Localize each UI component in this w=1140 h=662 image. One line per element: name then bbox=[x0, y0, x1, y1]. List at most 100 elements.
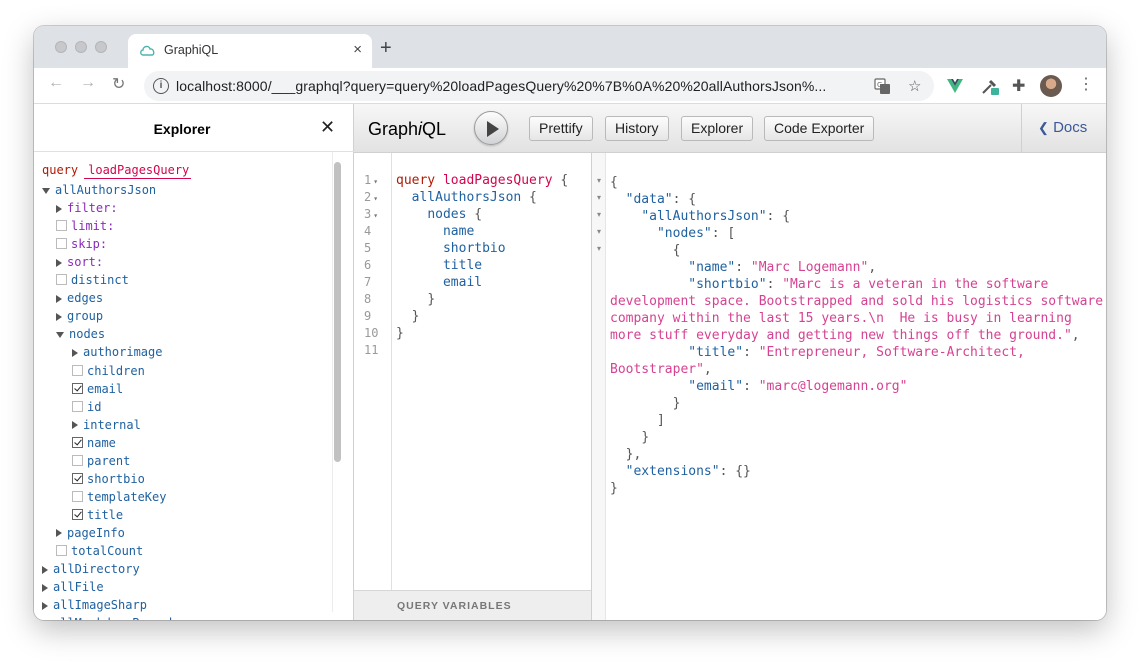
result-fold-arrow-icon[interactable]: ▾ bbox=[597, 227, 601, 236]
result-fold-arrow-icon[interactable]: ▾ bbox=[597, 193, 601, 202]
url-text[interactable]: localhost:8000/___graphql?query=query%20… bbox=[176, 78, 826, 94]
address-bar[interactable]: i localhost:8000/___graphql?query=query%… bbox=[144, 71, 934, 101]
reload-icon[interactable]: ↻ bbox=[112, 74, 125, 94]
explorer-field-label: distinct bbox=[71, 273, 129, 288]
checkbox-icon[interactable] bbox=[56, 274, 67, 286]
checkbox-icon[interactable] bbox=[56, 545, 67, 556]
caret-right-icon[interactable] bbox=[56, 529, 62, 538]
result-fold-arrow-icon[interactable]: ▾ bbox=[597, 244, 601, 253]
explorer-field-distinct[interactable]: distinct bbox=[56, 272, 129, 288]
explorer-field-templateKey[interactable]: templateKey bbox=[72, 489, 166, 505]
explorer-field-email[interactable]: email bbox=[72, 381, 123, 397]
explorer-field-totalCount[interactable]: totalCount bbox=[56, 543, 143, 559]
explorer-field-pageInfo[interactable]: pageInfo bbox=[56, 525, 125, 541]
checkbox-icon[interactable] bbox=[72, 490, 83, 502]
minimize-window-dot[interactable] bbox=[75, 41, 87, 53]
caret-down-icon[interactable] bbox=[42, 187, 50, 194]
query-variables-bar[interactable]: QUERY VARIABLES bbox=[354, 590, 591, 620]
explorer-tree: query loadPagesQuery allAuthorsJson filter… bbox=[34, 152, 354, 620]
back-icon[interactable]: ← bbox=[48, 74, 64, 92]
execute-query-button[interactable] bbox=[474, 111, 508, 145]
explorer-field-filter[interactable]: filter: bbox=[56, 200, 118, 216]
query-editor[interactable]: 1 ▾ query loadPagesQuery {2 ▾ allAuthorsJso… bbox=[354, 153, 591, 590]
explorer-field-allImageSharp[interactable]: allImageSharp bbox=[42, 597, 147, 613]
operation-name-input[interactable]: loadPagesQuery bbox=[84, 163, 192, 179]
bookmark-star-icon[interactable]: ☆ bbox=[908, 77, 921, 95]
explorer-field-allFile[interactable]: allFile bbox=[42, 579, 104, 595]
explorer-field-label: authorimage bbox=[83, 345, 163, 360]
caret-right-icon[interactable] bbox=[56, 294, 62, 303]
docs-button[interactable]: ❮ Docs bbox=[1038, 119, 1087, 136]
checkbox-icon[interactable] bbox=[56, 238, 67, 250]
explorer-field-nodes[interactable]: nodes bbox=[56, 326, 105, 342]
explorer-scrollbar[interactable] bbox=[334, 162, 341, 462]
translate-icon[interactable]: G bbox=[874, 78, 891, 95]
fold-arrow-icon[interactable]: ▾ bbox=[373, 194, 378, 203]
caret-right-icon[interactable] bbox=[42, 565, 48, 574]
caret-right-icon[interactable] bbox=[56, 258, 62, 267]
caret-right-icon[interactable] bbox=[56, 204, 62, 213]
explorer-field-shortbio[interactable]: shortbio bbox=[72, 471, 145, 487]
zoom-window-dot[interactable] bbox=[95, 41, 107, 53]
explorer-field-limit[interactable]: limit: bbox=[56, 218, 114, 234]
forward-icon[interactable]: → bbox=[80, 74, 96, 92]
close-window-dot[interactable] bbox=[55, 41, 67, 53]
explorer-title: Explorer bbox=[153, 121, 211, 137]
caret-right-icon[interactable] bbox=[42, 601, 48, 610]
explorer-field-label: allDirectory bbox=[53, 562, 140, 577]
explorer-field-id[interactable]: id bbox=[72, 399, 101, 415]
color-picker-extension-icon[interactable] bbox=[980, 76, 1000, 96]
explorer-field-children[interactable]: children bbox=[72, 363, 145, 379]
site-info-icon[interactable]: i bbox=[153, 78, 169, 94]
explorer-field-allAuthorsJson[interactable]: allAuthorsJson bbox=[42, 182, 156, 198]
checkbox-icon[interactable] bbox=[72, 454, 83, 466]
checkbox-checked-icon[interactable] bbox=[72, 436, 83, 448]
caret-right-icon[interactable] bbox=[42, 583, 48, 592]
checkbox-checked-icon[interactable] bbox=[72, 472, 83, 484]
explorer-field-group[interactable]: group bbox=[56, 308, 103, 324]
line-number: 9 bbox=[364, 309, 372, 323]
caret-right-icon[interactable] bbox=[56, 312, 62, 321]
checkbox-checked-icon[interactable] bbox=[72, 508, 83, 520]
fold-arrow-icon[interactable]: ▾ bbox=[373, 211, 378, 220]
explorer-field-internal[interactable]: internal bbox=[72, 417, 141, 433]
checkbox-icon[interactable] bbox=[72, 400, 83, 412]
result-fold-arrow-icon[interactable]: ▾ bbox=[597, 176, 601, 185]
tab-graphiql[interactable]: GraphiQL × bbox=[128, 34, 372, 68]
extensions-puzzle-icon[interactable]: ✚ bbox=[1012, 76, 1025, 96]
explorer-field-authorimage[interactable]: authorimage bbox=[72, 344, 162, 360]
explorer-field-allDirectory[interactable]: allDirectory bbox=[42, 561, 140, 577]
profile-avatar[interactable] bbox=[1040, 75, 1062, 97]
caret-right-icon[interactable] bbox=[72, 348, 78, 357]
history-button[interactable]: History bbox=[605, 116, 669, 141]
explorer-field-title[interactable]: title bbox=[72, 507, 123, 523]
result-fold-arrow-icon[interactable]: ▾ bbox=[597, 210, 601, 219]
explorer-field-skip[interactable]: skip: bbox=[56, 236, 107, 252]
checkbox-checked-icon[interactable] bbox=[72, 382, 83, 394]
caret-right-icon[interactable] bbox=[72, 421, 78, 430]
fold-arrow-icon[interactable]: ▾ bbox=[373, 177, 378, 186]
prettify-button[interactable]: Prettify bbox=[529, 116, 593, 141]
browser-menu-icon[interactable]: ⋮ bbox=[1078, 74, 1094, 94]
checkbox-icon[interactable] bbox=[56, 220, 67, 232]
explorer-field-edges[interactable]: edges bbox=[56, 290, 103, 306]
browser-toolbar: ← → ↻ i localhost:8000/___graphql?query=… bbox=[34, 68, 1106, 104]
browser-window: GraphiQL × + ← → ↻ i localhost:8000/___g… bbox=[34, 26, 1106, 620]
new-tab-button[interactable]: + bbox=[380, 38, 392, 58]
chevron-left-icon: ❮ bbox=[1038, 120, 1049, 135]
checkbox-icon[interactable] bbox=[72, 364, 83, 376]
caret-down-icon[interactable] bbox=[56, 331, 64, 338]
explorer-field-allMarkdownRemark[interactable]: allMarkdownRemark bbox=[42, 615, 176, 620]
logo-text-post: QL bbox=[422, 119, 447, 139]
explorer-field-parent[interactable]: parent bbox=[72, 453, 130, 469]
explorer-close-icon[interactable]: ✕ bbox=[320, 117, 335, 138]
vue-devtools-icon[interactable] bbox=[946, 78, 964, 94]
explorer-field-label: children bbox=[87, 363, 145, 378]
explorer-field-name[interactable]: name bbox=[72, 435, 116, 451]
line-number: 3 ▾ bbox=[364, 207, 379, 221]
code-exporter-button[interactable]: Code Exporter bbox=[764, 116, 875, 141]
code-line: email bbox=[442, 275, 483, 290]
explorer-button[interactable]: Explorer bbox=[681, 116, 754, 141]
tab-close-icon[interactable]: × bbox=[353, 41, 362, 58]
explorer-field-sort[interactable]: sort: bbox=[56, 254, 103, 270]
